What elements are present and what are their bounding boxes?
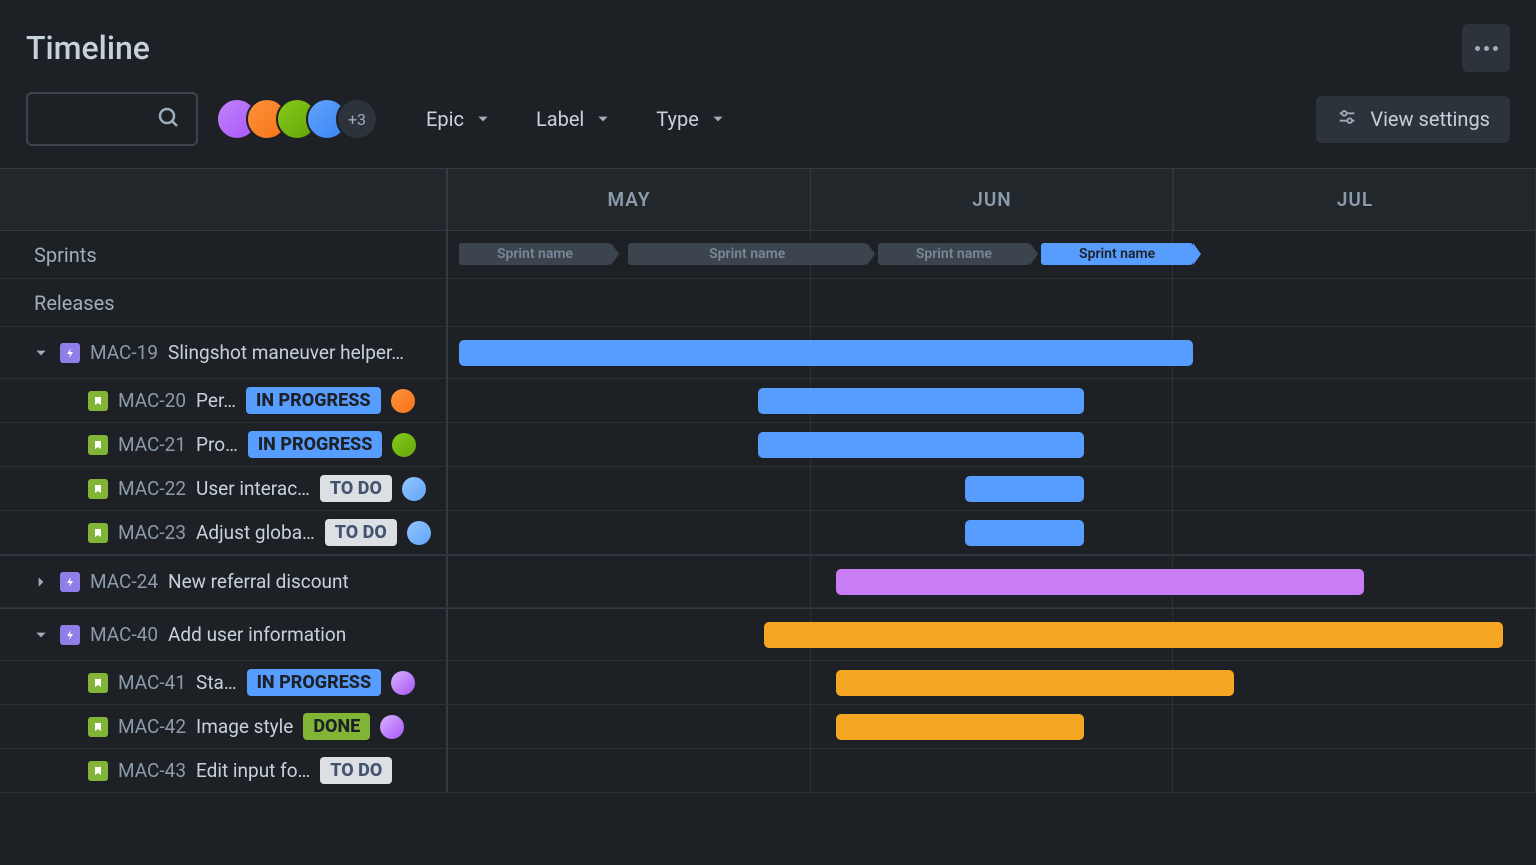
epic-icon [60, 625, 80, 645]
sprints-row: Sprints Sprint nameSprint nameSprint nam… [0, 231, 1536, 279]
story-icon [88, 717, 108, 737]
search-input[interactable] [26, 92, 198, 146]
filter-label[interactable]: Label [536, 107, 610, 131]
issue-key: MAC-24 [90, 570, 158, 593]
timeline-bar[interactable] [836, 714, 1084, 740]
releases-row: Releases [0, 279, 1536, 327]
issue-key: MAC-40 [90, 623, 158, 646]
sprints-label: Sprints [0, 231, 448, 278]
epic-row[interactable]: MAC-40 Add user information [0, 609, 1536, 661]
issue-key: MAC-22 [118, 477, 186, 500]
timeline-grid: MAY JUN JUL Sprints Sprint nameSprint na… [0, 168, 1536, 793]
status-badge: TO DO [320, 757, 392, 784]
story-icon [88, 673, 108, 693]
assignee-avatar[interactable] [391, 389, 415, 413]
epic-icon [60, 572, 80, 592]
task-row[interactable]: MAC-41 Sta… IN PROGRESS [0, 661, 1536, 705]
status-badge: IN PROGRESS [246, 387, 381, 414]
sprint-pill[interactable]: Sprint name [878, 243, 1030, 265]
assignee-avatar[interactable] [402, 477, 426, 501]
status-badge: TO DO [320, 475, 392, 502]
issue-key: MAC-41 [118, 671, 186, 694]
chevron-down-icon [711, 107, 725, 131]
timeline-bar[interactable] [459, 340, 1193, 366]
issue-title: Per… [196, 389, 236, 412]
releases-lane[interactable] [448, 279, 1536, 326]
status-badge: TO DO [325, 519, 397, 546]
issue-title: Sta… [196, 671, 237, 694]
timeline-bar[interactable] [965, 520, 1085, 546]
status-badge: IN PROGRESS [248, 431, 383, 458]
story-icon [88, 479, 108, 499]
issue-key: MAC-42 [118, 715, 186, 738]
issue-title: Slingshot maneuver helper… [168, 341, 404, 364]
issue-title: User interac… [196, 477, 310, 500]
more-menu-button[interactable] [1462, 24, 1510, 72]
sprint-pill[interactable]: Sprint name [628, 243, 867, 265]
issue-key: MAC-43 [118, 759, 186, 782]
epic-icon [60, 343, 80, 363]
timeline-bar[interactable] [758, 432, 1084, 458]
timeline-bar[interactable] [764, 622, 1504, 648]
task-row[interactable]: MAC-22 User interac… TO DO [0, 467, 1536, 511]
month-header: MAY [448, 169, 811, 230]
chevron-down-icon [596, 107, 610, 131]
issue-title: Adjust globa… [196, 521, 315, 544]
status-badge: DONE [303, 713, 370, 740]
task-row[interactable]: MAC-43 Edit input fo… TO DO [0, 749, 1536, 793]
story-icon [88, 435, 108, 455]
search-icon [156, 105, 180, 133]
story-icon [88, 761, 108, 781]
chevron-down-icon[interactable] [34, 628, 50, 642]
avatar-group[interactable]: +3 [216, 98, 378, 140]
issue-title: Add user information [168, 623, 346, 646]
issue-key: MAC-23 [118, 521, 186, 544]
assignee-avatar[interactable] [380, 715, 404, 739]
task-row[interactable]: MAC-42 Image style DONE [0, 705, 1536, 749]
filter-epic[interactable]: Epic [426, 107, 490, 131]
story-icon [88, 523, 108, 543]
chevron-right-icon[interactable] [34, 575, 50, 589]
issue-key: MAC-21 [118, 433, 186, 456]
task-row[interactable]: MAC-20 Per… IN PROGRESS [0, 379, 1536, 423]
task-row[interactable]: MAC-21 Pro… IN PROGRESS [0, 423, 1536, 467]
avatar-more[interactable]: +3 [336, 98, 378, 140]
issue-title: Edit input fo… [196, 759, 310, 782]
month-header: JUL [1174, 169, 1536, 230]
chevron-down-icon[interactable] [34, 346, 50, 360]
more-icon [1475, 46, 1480, 51]
issue-title: Image style [196, 715, 293, 738]
sprint-pill[interactable]: Sprint name [459, 243, 611, 265]
issue-title: New referral discount [168, 570, 349, 593]
epic-row[interactable]: MAC-19 Slingshot maneuver helper… [0, 327, 1536, 379]
issue-title: Pro… [196, 433, 238, 456]
timeline-bar[interactable] [758, 388, 1084, 414]
page-title: Timeline [26, 29, 150, 67]
timeline-bar[interactable] [965, 476, 1085, 502]
issue-key: MAC-20 [118, 389, 186, 412]
status-badge: IN PROGRESS [247, 669, 382, 696]
task-row[interactable]: MAC-23 Adjust globa… TO DO [0, 511, 1536, 555]
sprints-lane[interactable]: Sprint name Sprint name Sprint name Sprint … [448, 231, 1536, 278]
releases-label: Releases [0, 279, 448, 326]
filter-type[interactable]: Type [656, 107, 725, 131]
issue-key: MAC-19 [90, 341, 158, 364]
sliders-icon [1336, 106, 1358, 133]
assignee-avatar[interactable] [407, 521, 431, 545]
epic-row[interactable]: MAC-24 New referral discount [0, 556, 1536, 608]
month-header: JUN [811, 169, 1174, 230]
sprint-pill[interactable]: Sprint name [1041, 243, 1193, 265]
timeline-bar[interactable] [836, 670, 1233, 696]
chevron-down-icon [476, 107, 490, 131]
assignee-avatar[interactable] [392, 433, 416, 457]
side-column-header [0, 169, 448, 230]
story-icon [88, 391, 108, 411]
assignee-avatar[interactable] [391, 671, 415, 695]
timeline-bar[interactable] [836, 569, 1364, 595]
view-settings-button[interactable]: View settings [1316, 96, 1510, 143]
